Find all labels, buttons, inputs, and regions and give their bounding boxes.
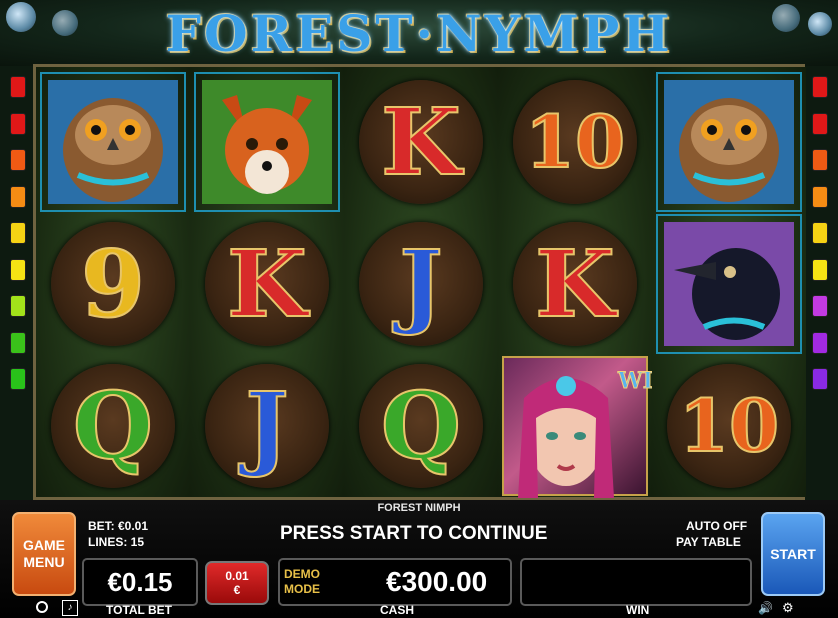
start-label: START [770,545,816,562]
wild-label: WILD [618,368,689,395]
game-menu-label: GAME MENU [23,537,65,570]
payline-light [812,295,828,317]
king-symbol-label: K [534,230,616,338]
payline-light [812,368,828,390]
auto-play-toggle[interactable]: AUTO OFF [686,519,747,533]
payline-light [10,149,26,171]
game-name-label: FOREST NIMPH [377,502,461,514]
jack-symbol-label: J [244,372,290,480]
bet-label: BET: €0.01 [88,519,149,533]
ten-symbol-label: 10 [524,99,626,184]
clock-icon[interactable] [36,601,48,613]
jack-symbol: J [359,222,483,346]
king-symbol-label: K [226,230,308,338]
fox-symbol-icon [194,72,340,212]
reel-cell: 10 [654,355,804,497]
ten-symbol: 10 [667,364,791,488]
queen-symbol-label: Q [72,372,154,480]
king-symbol-label: K [380,88,462,196]
ten-symbol-label: 10 [678,383,780,468]
ten-symbol: 10 [513,80,637,204]
demo-mode-label: DEMO MODE [284,567,320,596]
reel-cell: J [346,213,496,355]
left-payline-indicators [10,76,26,405]
cash-value: €300.00 [386,566,488,597]
pay-table-button[interactable]: PAY TABLE [676,535,741,549]
reel-cell [38,71,188,213]
payline-light [812,222,828,244]
payline-light [10,258,26,281]
nine-symbol: 9 [51,222,175,346]
reel-cell: J [192,355,342,497]
payline-light [812,112,828,135]
reel-cell [654,71,804,213]
reel-cell [192,71,342,213]
king-symbol: K [205,222,329,346]
queen-symbol: Q [359,364,483,488]
payline-light [812,258,828,281]
reel-cell: K [500,213,650,355]
queen-symbol-label: Q [380,372,462,480]
start-button[interactable]: START [761,512,825,596]
payline-light [10,185,26,208]
denomination-button[interactable]: 0.01 € [205,561,269,605]
owl-symbol-icon [656,72,802,212]
king-symbol: K [359,80,483,204]
wild-nymph-symbol: WILD [502,356,689,498]
payline-light [10,295,26,317]
queen-symbol: Q [51,364,175,488]
payline-light [10,222,26,244]
payline-light [812,149,828,171]
win-display [520,558,752,606]
payline-light [10,368,26,390]
status-message: PRESS START TO CONTINUE [280,523,548,544]
total-bet-value: €0.15 [107,566,173,597]
music-note-icon[interactable]: ♪ [62,600,78,616]
title-banner: FOREST·NYMPH [0,0,838,66]
reel-cell: K [192,213,342,355]
win-caption: WIN [626,603,650,617]
reel-cell: K [346,71,496,213]
game-logo: FOREST·NYMPH [165,4,673,63]
reel-cell: WILD [500,355,689,498]
reel-cell: 10 [500,71,650,213]
payline-light [812,76,828,98]
jack-symbol-label: J [398,230,444,338]
payline-light [10,112,26,135]
nine-symbol-label: 9 [80,230,146,338]
total-bet-caption: TOTAL BET [106,603,172,617]
total-bet-display: €0.15 [82,558,198,606]
reel-cell: Q [38,355,188,497]
game-menu-button[interactable]: GAME MENU [12,512,76,596]
cash-display: DEMO MODE €300.00 [278,558,512,606]
owl-symbol-icon [40,72,186,212]
jack-symbol: J [205,364,329,488]
raven-symbol-icon [656,214,802,354]
payline-light [812,331,828,354]
denomination-value: 0.01 [225,569,249,583]
reel-cell: 9 [38,213,188,355]
reel-cell: Q [346,355,496,497]
reel-area: 9QKJKJQ10KWILD10 [33,64,806,500]
reel-cell [654,213,804,355]
denomination-currency: € [233,583,241,597]
king-symbol: K [513,222,637,346]
settings-icon[interactable]: ⚙ [782,600,794,616]
payline-light [10,331,26,354]
payline-light [10,76,26,98]
lines-label: LINES: 15 [88,535,145,549]
payline-light [812,185,828,208]
right-payline-indicators [812,76,828,405]
sound-icon[interactable]: 🔊 [758,601,773,615]
cash-caption: CASH [380,603,415,617]
